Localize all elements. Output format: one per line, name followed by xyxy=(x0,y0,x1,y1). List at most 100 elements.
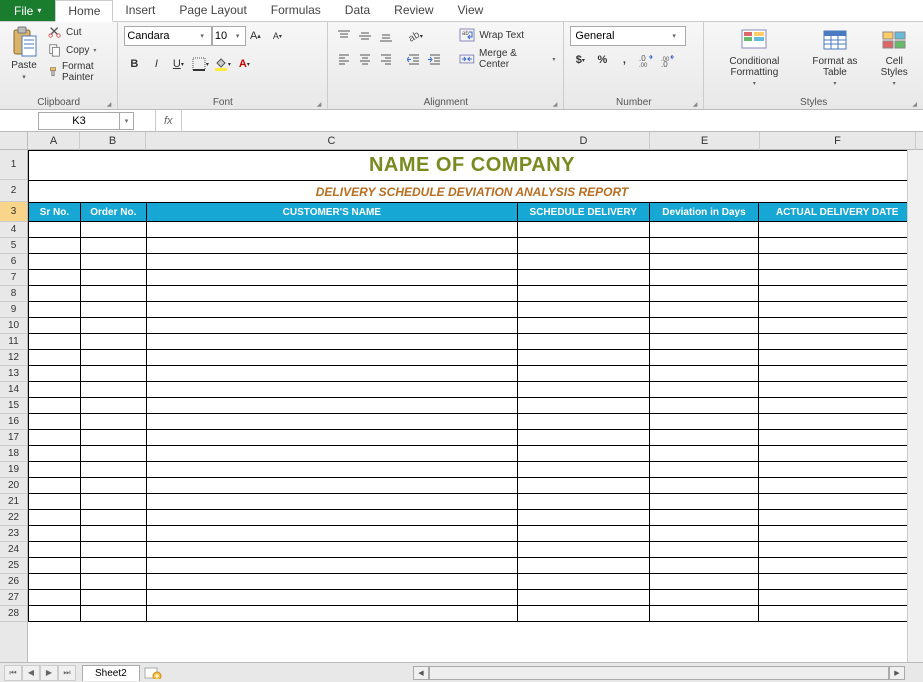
cell[interactable] xyxy=(518,254,650,270)
row-header[interactable]: 11 xyxy=(0,334,27,350)
cell[interactable] xyxy=(81,222,147,238)
align-middle-button[interactable] xyxy=(355,26,375,46)
indent-increase-button[interactable] xyxy=(425,49,445,69)
cell[interactable] xyxy=(650,366,760,382)
percent-button[interactable]: % xyxy=(592,50,612,70)
cell[interactable] xyxy=(29,238,81,254)
copy-button[interactable]: Copy ▾ xyxy=(46,42,111,58)
row-header[interactable]: 28 xyxy=(0,606,27,622)
cell[interactable] xyxy=(518,606,650,622)
hscroll-right[interactable]: ▶ xyxy=(889,666,905,680)
cell[interactable] xyxy=(759,414,915,430)
cell[interactable] xyxy=(147,286,518,302)
cell[interactable] xyxy=(147,478,518,494)
cell[interactable] xyxy=(147,462,518,478)
cell[interactable] xyxy=(759,606,915,622)
cell[interactable] xyxy=(518,430,650,446)
cell[interactable] xyxy=(759,382,915,398)
cell[interactable] xyxy=(759,334,915,350)
cell[interactable] xyxy=(147,510,518,526)
cell[interactable] xyxy=(29,414,81,430)
cell[interactable] xyxy=(29,254,81,270)
col-header-f[interactable]: F xyxy=(760,132,916,150)
cell[interactable] xyxy=(650,270,760,286)
cell[interactable] xyxy=(759,510,915,526)
row-header[interactable]: 24 xyxy=(0,542,27,558)
cell[interactable] xyxy=(759,590,915,606)
cell[interactable] xyxy=(147,542,518,558)
subtitle-cell[interactable]: DELIVERY SCHEDULE DEVIATION ANALYSIS REP… xyxy=(28,180,916,202)
row-header[interactable]: 5 xyxy=(0,238,27,254)
cell[interactable] xyxy=(29,606,81,622)
tab-data[interactable]: Data xyxy=(333,0,382,21)
row-header[interactable]: 25 xyxy=(0,558,27,574)
file-tab[interactable]: File xyxy=(0,0,55,21)
cell[interactable] xyxy=(518,414,650,430)
grow-font-button[interactable]: A▴ xyxy=(245,26,265,46)
cell[interactable] xyxy=(650,494,760,510)
row-header[interactable]: 27 xyxy=(0,590,27,606)
row-header[interactable]: 6 xyxy=(0,254,27,270)
cell[interactable] xyxy=(518,526,650,542)
cell[interactable] xyxy=(81,606,147,622)
cell[interactable] xyxy=(29,302,81,318)
cell[interactable] xyxy=(518,590,650,606)
cell[interactable] xyxy=(759,446,915,462)
bold-button[interactable]: B xyxy=(124,54,144,74)
cell[interactable] xyxy=(650,542,760,558)
cell[interactable] xyxy=(759,526,915,542)
cell[interactable] xyxy=(650,574,760,590)
cell[interactable] xyxy=(759,542,915,558)
tab-review[interactable]: Review xyxy=(382,0,445,21)
cell[interactable] xyxy=(81,510,147,526)
decrease-decimal-button[interactable]: .00.0 xyxy=(658,50,678,70)
comma-button[interactable]: , xyxy=(614,50,634,70)
cell[interactable] xyxy=(759,302,915,318)
conditional-formatting-button[interactable]: Conditional Formatting ▾ xyxy=(710,24,798,89)
tab-home[interactable]: Home xyxy=(55,0,113,22)
row-header[interactable]: 23 xyxy=(0,526,27,542)
row-header[interactable]: 26 xyxy=(0,574,27,590)
cell[interactable] xyxy=(650,382,760,398)
cell[interactable] xyxy=(518,478,650,494)
cell[interactable] xyxy=(29,510,81,526)
cell[interactable] xyxy=(147,366,518,382)
cell[interactable] xyxy=(29,542,81,558)
tab-insert[interactable]: Insert xyxy=(113,0,167,21)
title-cell[interactable]: NAME OF COMPANY xyxy=(28,150,916,180)
cell[interactable] xyxy=(29,478,81,494)
cell[interactable] xyxy=(29,462,81,478)
cell[interactable] xyxy=(81,334,147,350)
row-header[interactable]: 20 xyxy=(0,478,27,494)
row-header[interactable]: 18 xyxy=(0,446,27,462)
cell[interactable] xyxy=(81,254,147,270)
col-header-a[interactable]: A xyxy=(28,132,80,150)
font-size-combo[interactable] xyxy=(212,26,246,46)
sheet-nav-first[interactable]: ⏮ xyxy=(4,665,22,681)
formula-input[interactable] xyxy=(182,110,923,131)
sheet-nav-prev[interactable]: ◀ xyxy=(22,665,40,681)
cell[interactable] xyxy=(81,558,147,574)
cell[interactable] xyxy=(81,526,147,542)
row-header[interactable]: 4 xyxy=(0,222,27,238)
row-header[interactable]: 2 xyxy=(0,180,27,202)
horizontal-scrollbar[interactable]: ◀ ▶ xyxy=(164,666,923,680)
cell[interactable] xyxy=(759,318,915,334)
cell[interactable] xyxy=(29,350,81,366)
cell[interactable] xyxy=(759,478,915,494)
cell[interactable] xyxy=(518,558,650,574)
cells-viewport[interactable]: NAME OF COMPANYDELIVERY SCHEDULE DEVIATI… xyxy=(28,150,923,662)
table-header-cell[interactable]: CUSTOMER'S NAME xyxy=(147,203,518,221)
new-sheet-button[interactable] xyxy=(142,666,164,680)
cell[interactable] xyxy=(81,430,147,446)
cell[interactable] xyxy=(147,350,518,366)
tab-view[interactable]: View xyxy=(446,0,496,21)
cell[interactable] xyxy=(650,478,760,494)
row-header[interactable]: 17 xyxy=(0,430,27,446)
cell[interactable] xyxy=(147,446,518,462)
cell[interactable] xyxy=(518,462,650,478)
align-right-button[interactable] xyxy=(376,49,396,69)
cell[interactable] xyxy=(147,270,518,286)
table-header-cell[interactable]: SCHEDULE DELIVERY xyxy=(518,203,650,221)
cell[interactable] xyxy=(81,542,147,558)
